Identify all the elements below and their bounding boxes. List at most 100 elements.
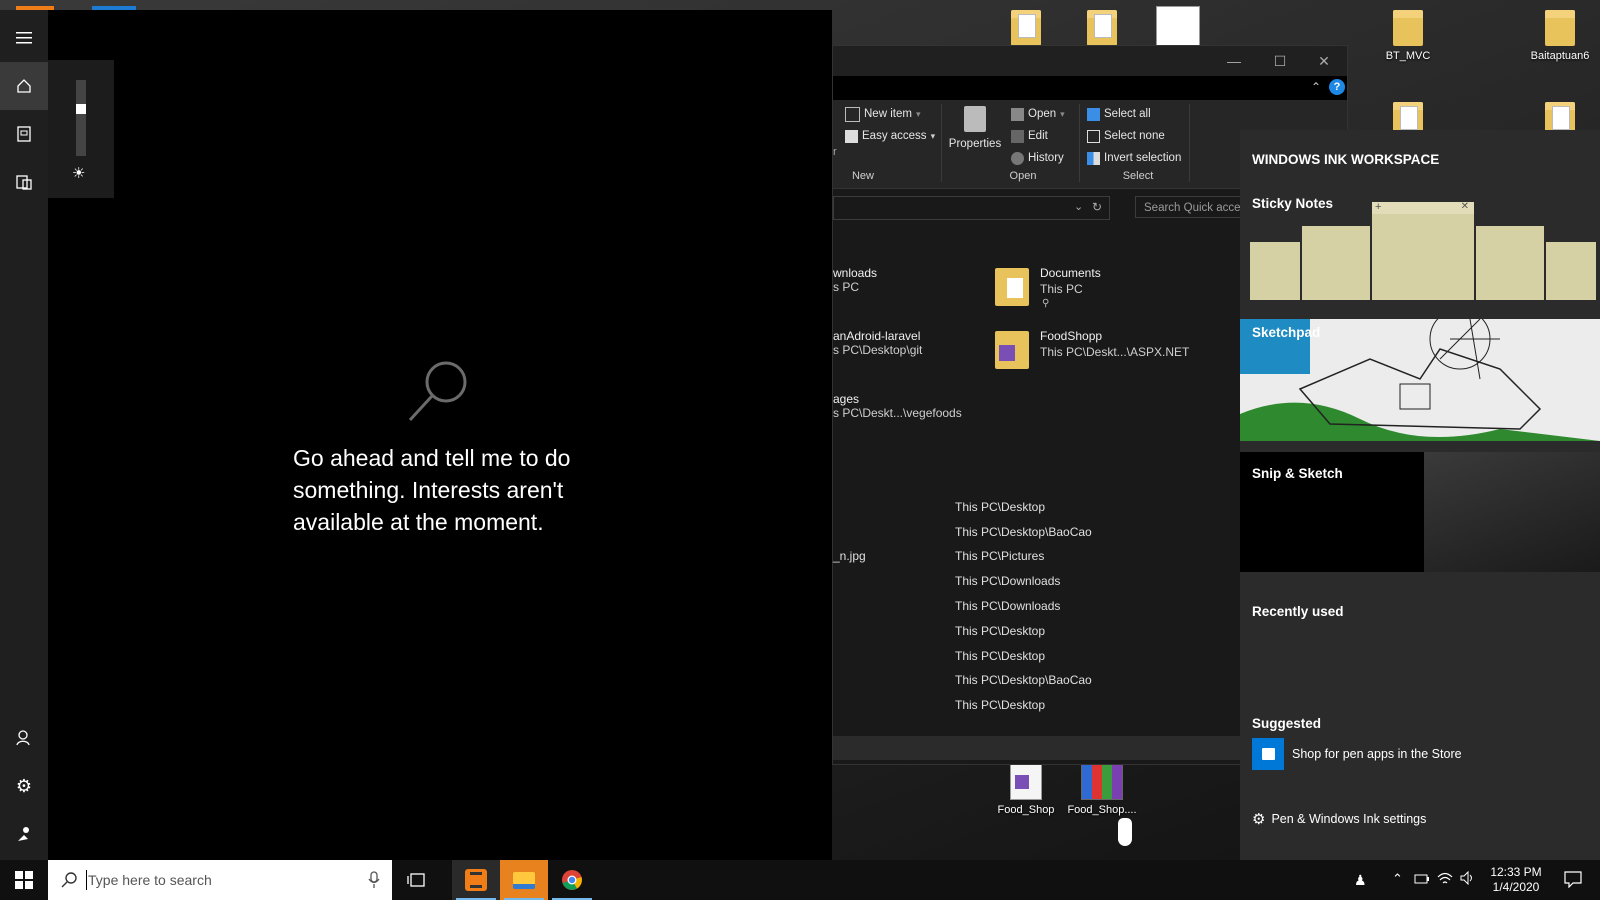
address-bar[interactable]: ⌄ ↻ <box>833 196 1110 220</box>
brightness-flyout: ☀ <box>48 60 114 198</box>
item-name: ages <box>833 392 860 406</box>
chevron-down-icon[interactable]: ⌄ <box>1074 200 1083 213</box>
explorer-titlebar: — ☐ ✕ <box>833 46 1347 76</box>
documents-folder-icon <box>995 268 1029 306</box>
quick-access-item-downloads[interactable]: wnloads s PC <box>833 266 877 294</box>
open-button[interactable]: Open ▾ <box>1011 104 1065 124</box>
ribbon-separator <box>1079 104 1080 182</box>
ink-workspace-title: WINDOWS INK WORKSPACE <box>1252 152 1440 167</box>
task-view-icon <box>407 873 425 887</box>
close-button[interactable]: ✕ <box>1301 46 1347 76</box>
sticky-notes-tile[interactable]: Sticky Notes + ✕ <box>1240 190 1600 308</box>
task-view-button[interactable] <box>392 860 440 900</box>
minimize-button[interactable]: — <box>1211 46 1257 76</box>
home-button[interactable] <box>0 62 48 110</box>
store-suggestion-link[interactable]: Shop for pen apps in the Store <box>1252 738 1462 770</box>
account-button[interactable] <box>0 714 48 762</box>
sticky-notes-label: Sticky Notes <box>1252 196 1334 211</box>
windows-logo-icon <box>15 871 33 889</box>
brightness-slider[interactable] <box>76 80 86 156</box>
desktop-icon-baitaptuan6[interactable]: Baitaptuan6 <box>1520 10 1600 62</box>
feedback-button[interactable] <box>0 810 48 858</box>
recent-file-name[interactable]: _n.jpg <box>833 549 866 563</box>
desktop-icon-document[interactable] <box>1138 6 1218 48</box>
devices-icon <box>16 175 32 190</box>
quick-access-item-images[interactable]: ages s PC\Deskt...\vegefoods <box>833 392 962 420</box>
sticky-note-front: + ✕ <box>1372 201 1474 300</box>
pen-ink-settings-link[interactable]: ⚙ Pen & Windows Ink settings <box>1252 810 1426 828</box>
refresh-icon[interactable]: ↻ <box>1092 200 1102 214</box>
snip-sketch-tile[interactable]: Snip & Sketch <box>1240 452 1600 572</box>
desktop-icon-bt-mvc[interactable]: BT_MVC <box>1368 10 1448 62</box>
ribbon-tabs-bar: ⌃ ? <box>833 76 1347 100</box>
start-button[interactable] <box>0 860 48 900</box>
home-icon <box>17 79 31 93</box>
open-icon <box>1011 107 1024 121</box>
folder-icon <box>513 871 535 889</box>
mouse-cursor-icon <box>1118 818 1132 846</box>
select-all-icon <box>1087 107 1100 121</box>
pin-icon: ⚲ <box>1042 298 1050 309</box>
properties-button[interactable]: Properties <box>947 104 1003 150</box>
desktop-icon-food-shop-archive[interactable]: Food_Shop.... <box>1062 762 1142 816</box>
quick-access-item-foodshopp[interactable]: FoodShopp This PC\Deskt...\ASPX.NET <box>995 329 1215 375</box>
ribbon-partial-label: r <box>833 146 837 158</box>
volume-icon[interactable] <box>1460 870 1476 888</box>
desktop-icon-label: Food_Shop <box>997 804 1055 816</box>
folder-icon <box>1545 10 1575 46</box>
group-label-open: Open <box>1009 170 1037 182</box>
suggested-heading: Suggested <box>1252 716 1322 731</box>
document-thumbnail <box>1156 6 1200 48</box>
select-all-button[interactable]: Select all <box>1087 104 1151 124</box>
invert-selection-button[interactable]: Invert selection <box>1087 148 1181 168</box>
desktop-icon-file-2[interactable] <box>1062 10 1142 50</box>
search-input[interactable]: Type here to search <box>88 872 212 888</box>
quick-access-item-documents[interactable]: Documents This PC ⚲ <box>995 266 1195 312</box>
recently-used-heading: Recently used <box>1252 604 1344 619</box>
recent-file-path: This PC\Desktop <box>955 698 1046 712</box>
desktop-icon-food-shop[interactable]: Food_Shop <box>986 762 1066 816</box>
new-item-button[interactable]: New item ▾ <box>845 104 920 124</box>
taskbar-app-file-explorer[interactable] <box>500 860 548 900</box>
taskbar-search-box[interactable]: Type here to search <box>48 860 392 900</box>
desktop-icon-label: Food_Shop.... <box>1067 804 1137 816</box>
item-name: anAdroid-laravel <box>833 329 921 343</box>
sketchpad-tile[interactable]: Sketchpad <box>1240 319 1600 441</box>
help-icon[interactable]: ? <box>1329 79 1345 95</box>
folder-icon <box>1393 10 1423 46</box>
collapse-ribbon-icon[interactable]: ⌃ <box>1311 80 1321 94</box>
hamburger-menu-button[interactable] <box>0 14 48 62</box>
settings-button[interactable]: ⚙ <box>0 762 48 810</box>
store-link-label: Shop for pen apps in the Store <box>1292 747 1462 761</box>
battery-icon[interactable] <box>1414 871 1430 888</box>
desktop-icon-label: BT_MVC <box>1385 50 1431 62</box>
taskbar-app-chrome[interactable] <box>548 860 596 900</box>
easy-access-button[interactable]: Easy access ▾ <box>845 126 935 146</box>
edit-icon <box>1011 129 1024 143</box>
microphone-icon[interactable] <box>368 871 380 889</box>
maximize-button[interactable]: ☐ <box>1257 46 1303 76</box>
people-icon[interactable]: ♟ <box>1354 872 1367 889</box>
add-note-icon: + <box>1375 201 1382 213</box>
clock-date: 1/4/2020 <box>1492 880 1540 894</box>
brightness-slider-thumb[interactable] <box>76 104 86 114</box>
edit-button[interactable]: Edit <box>1011 126 1048 146</box>
snip-sketch-label: Snip & Sketch <box>1252 466 1343 481</box>
wifi-icon[interactable] <box>1436 870 1454 889</box>
notebook-button[interactable] <box>0 110 48 158</box>
devices-button[interactable] <box>0 158 48 206</box>
select-none-button[interactable]: Select none <box>1087 126 1165 146</box>
history-button[interactable]: History <box>1011 148 1064 168</box>
action-center-icon[interactable] <box>1564 870 1582 891</box>
gear-icon: ⚙ <box>15 775 33 796</box>
group-label-new: New <box>851 170 874 182</box>
item-name: FoodShopp <box>1040 329 1103 343</box>
taskbar: Type here to search ♟ ⌃ 12:33 PM 1/4/202… <box>0 860 1600 900</box>
show-hidden-icons-chevron-icon[interactable]: ⌃ <box>1392 871 1403 887</box>
clock[interactable]: 12:33 PM 1/4/2020 <box>1488 865 1544 895</box>
desktop-icon-file-1[interactable] <box>986 10 1066 50</box>
desktop-icon-label: Baitaptuan6 <box>1530 50 1590 62</box>
hamburger-icon <box>16 32 32 44</box>
quick-access-item-android-laravel[interactable]: anAdroid-laravel s PC\Desktop\git <box>833 329 922 357</box>
taskbar-app-sublime-text[interactable] <box>452 860 500 900</box>
